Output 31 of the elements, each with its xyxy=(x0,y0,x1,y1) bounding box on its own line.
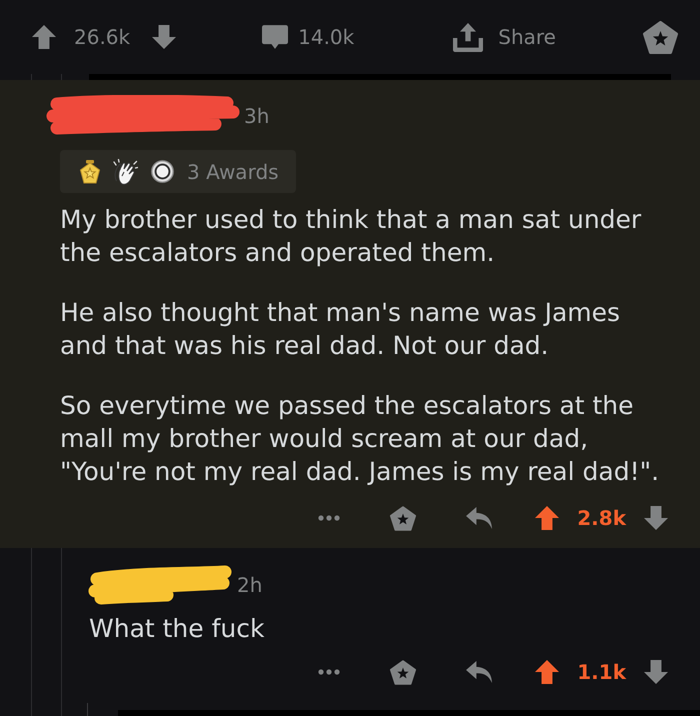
more-options-icon[interactable] xyxy=(318,515,340,521)
comment-text: My brother used to think that a man sat under the escalators and operated them. xyxy=(60,204,642,269)
comment-age: 3h xyxy=(244,104,270,128)
comment-icon xyxy=(262,25,288,49)
reply-icon[interactable] xyxy=(466,507,492,529)
reply-icon[interactable] xyxy=(466,661,492,683)
vote-score: 26.6k xyxy=(74,25,130,49)
upvote-icon[interactable] xyxy=(535,506,560,530)
vote-score: 1.1k xyxy=(577,660,626,684)
coin-award-icon xyxy=(151,160,174,183)
comment-text: He also thought that man's name was James and that was his real dad. Not our dad. xyxy=(60,297,622,362)
awards-bar[interactable]: 3 Awards xyxy=(60,150,296,193)
comment-text: So everytime we passed the escalators at the mall my brother would scream at our dad, "You're not my real dad. James is my real dad!". xyxy=(60,390,660,488)
comment-text: What the fuck xyxy=(89,613,266,645)
upvote-icon[interactable] xyxy=(32,25,56,49)
downvote-icon[interactable] xyxy=(152,25,176,49)
downvote-icon[interactable] xyxy=(644,506,668,530)
star-award-icon xyxy=(80,160,100,184)
vote-score: 2.8k xyxy=(577,506,626,530)
award-icon[interactable] xyxy=(390,506,416,530)
award-icon[interactable] xyxy=(643,20,678,54)
more-options-icon[interactable] xyxy=(318,669,340,675)
share-icon xyxy=(453,22,484,52)
award-icon[interactable] xyxy=(390,660,416,684)
share-button[interactable]: Share xyxy=(453,22,556,52)
comments-button[interactable]: 14.0k xyxy=(262,25,354,49)
downvote-icon[interactable] xyxy=(644,660,668,684)
upvote-icon[interactable] xyxy=(535,660,560,684)
awards-count: 3 Awards xyxy=(187,160,279,184)
comment-age: 2h xyxy=(237,573,262,597)
clapping-hands-icon xyxy=(113,158,138,184)
